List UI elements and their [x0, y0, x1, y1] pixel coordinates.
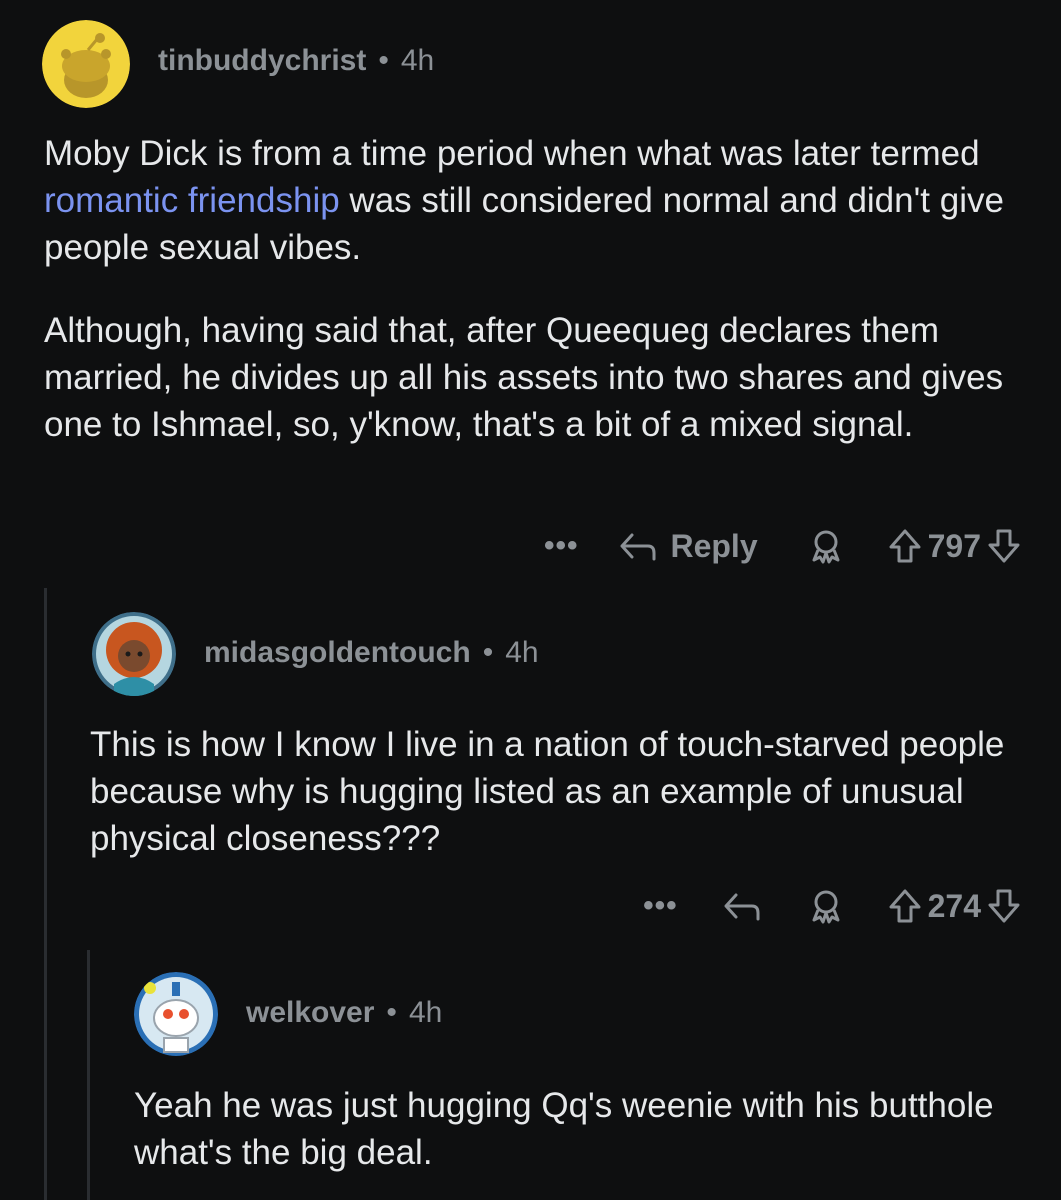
more-options-button[interactable]: ••• — [544, 529, 579, 563]
reply-label: Reply — [670, 527, 758, 564]
timestamp: 4h — [400, 44, 435, 77]
comment-paragraph: This is how I know I live in a nation of… — [90, 725, 1005, 858]
vote-score: 274 — [927, 887, 981, 924]
username[interactable]: tinbuddychrist — [158, 44, 366, 78]
downvote-arrow-icon[interactable] — [987, 888, 1021, 924]
award-icon — [808, 888, 844, 924]
award-icon — [808, 528, 844, 564]
comment-body: This is how I know I live in a nation of… — [90, 721, 1020, 862]
reply-arrow-icon — [722, 889, 762, 923]
award-button[interactable] — [808, 528, 844, 564]
vote-score: 797 — [927, 527, 981, 564]
separator-dot: • — [482, 636, 494, 669]
separator-dot: • — [378, 44, 389, 77]
reply-button[interactable] — [722, 889, 762, 923]
thread-line-level-1[interactable] — [44, 588, 47, 1200]
comment-paragraph: Yeah he was just hugging Qq's weenie wit… — [134, 1086, 994, 1172]
upvote-arrow-icon[interactable] — [888, 888, 922, 924]
username[interactable]: midasgoldentouch — [204, 636, 471, 670]
downvote-arrow-icon[interactable] — [987, 528, 1021, 564]
body-text-segment: Moby Dick is from a time period when wha… — [44, 134, 980, 173]
comment-body: Moby Dick is from a time period when wha… — [44, 130, 1034, 448]
comment-paragraph: Moby Dick is from a time period when wha… — [44, 130, 1034, 271]
comment-header: welkover • 4h — [246, 996, 442, 1030]
comment-header: tinbuddychrist • 4h — [158, 44, 434, 78]
reply-arrow-icon — [618, 529, 658, 563]
username[interactable]: welkover — [246, 996, 374, 1030]
reply-button[interactable]: Reply — [618, 527, 758, 565]
romantic-friendship-link[interactable]: romantic friendship — [44, 181, 340, 220]
more-options-button[interactable]: ••• — [643, 889, 678, 923]
comment-actions: ••• Reply 797 — [544, 526, 1021, 566]
separator-dot: • — [386, 996, 397, 1029]
thread-line-level-2[interactable] — [87, 950, 90, 1200]
comment-paragraph: Although, having said that, after Queequ… — [44, 311, 1004, 444]
upvote-arrow-icon[interactable] — [888, 528, 922, 564]
avatar-tinbuddychrist[interactable] — [42, 20, 130, 108]
award-button[interactable] — [808, 888, 844, 924]
avatar-midasgoldentouch[interactable] — [92, 612, 176, 696]
comment-body: Yeah he was just hugging Qq's weenie wit… — [134, 1082, 1024, 1176]
timestamp: 4h — [505, 636, 539, 669]
timestamp: 4h — [408, 996, 443, 1029]
comment-header: midasgoldentouch • 4h — [204, 636, 539, 670]
avatar-welkover[interactable] — [134, 972, 218, 1056]
vote-controls: 274 — [888, 888, 1021, 925]
vote-controls: 797 — [888, 528, 1021, 565]
comment-actions: ••• 274 — [643, 886, 1021, 926]
